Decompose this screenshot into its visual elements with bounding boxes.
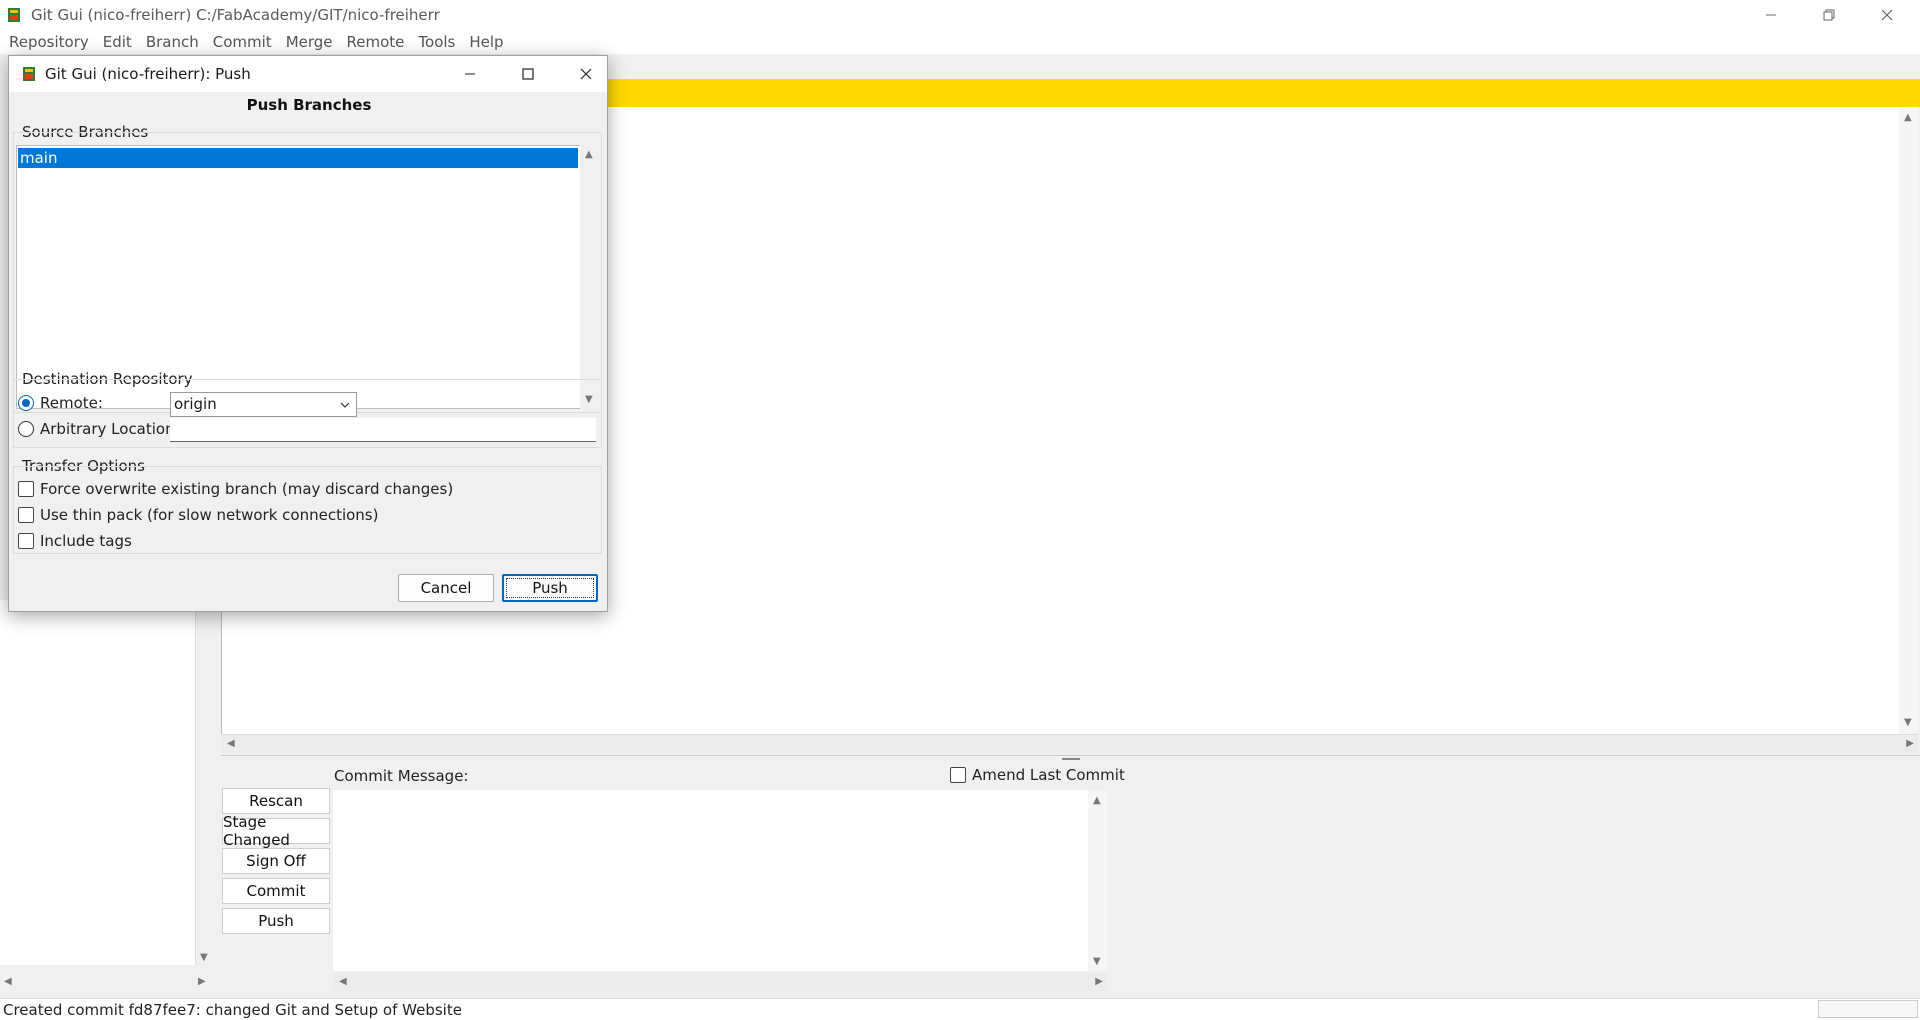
commit-message-vscrollbar[interactable]: ▲ ▼ (1088, 790, 1107, 971)
force-overwrite-checkbox[interactable] (18, 481, 34, 497)
amend-checkbox-box[interactable] (950, 767, 966, 783)
diff-header-bar (600, 79, 1920, 107)
status-bar: Created commit fd87fee7: changed Git and… (0, 998, 1920, 1020)
window-title: Git Gui (nico-freiherr) C:/FabAcademy/GI… (31, 5, 440, 24)
amend-last-commit-checkbox[interactable]: Amend Last Commit (950, 766, 1125, 784)
force-overwrite-label: Force overwrite existing branch (may dis… (40, 480, 454, 498)
dialog-maximize-button[interactable] (499, 56, 557, 92)
menu-commit[interactable]: Commit (206, 33, 279, 51)
status-text: Created commit fd87fee7: changed Git and… (3, 1000, 462, 1019)
branch-list-vscrollbar[interactable]: ▲ ▼ (580, 145, 599, 409)
scroll-left-arrow-icon[interactable]: ◀ (227, 739, 235, 749)
rescan-button[interactable]: Rescan (222, 788, 330, 814)
remote-radio-option[interactable]: Remote: (18, 394, 103, 412)
pane-divider (221, 755, 1920, 756)
close-icon (580, 68, 592, 80)
remote-radio-label: Remote: (40, 394, 103, 412)
menu-remote[interactable]: Remote (340, 33, 412, 51)
arbitrary-location-label: Arbitrary Location: (40, 420, 180, 438)
include-tags-label: Include tags (40, 532, 132, 550)
file-list-hscrollbar[interactable]: ◀ ▶ (0, 973, 215, 991)
scroll-up-arrow-icon[interactable]: ▲ (585, 150, 593, 160)
scroll-left-arrow-icon[interactable]: ◀ (4, 977, 12, 987)
remote-select[interactable]: origin (170, 392, 357, 417)
commit-button[interactable]: Commit (222, 878, 330, 904)
minimize-icon (465, 73, 475, 75)
minimize-icon (1766, 14, 1776, 15)
dialog-heading: Push Branches (246, 96, 372, 114)
thin-pack-label: Use thin pack (for slow network connecti… (40, 506, 379, 524)
dialog-close-button[interactable] (557, 56, 615, 92)
force-overwrite-option[interactable]: Force overwrite existing branch (may dis… (18, 480, 453, 498)
git-gui-app-icon (8, 7, 20, 22)
scroll-right-arrow-icon[interactable]: ▶ (1906, 739, 1914, 749)
close-button[interactable] (1858, 0, 1916, 29)
menubar: Repository Edit Branch Commit Merge Remo… (0, 29, 1920, 54)
pane-resize-handle[interactable] (1062, 758, 1080, 760)
scroll-down-arrow-icon[interactable]: ▼ (200, 953, 208, 963)
chevron-down-icon (340, 402, 350, 408)
scroll-left-arrow-icon[interactable]: ◀ (339, 977, 347, 987)
branch-item-main[interactable]: main (18, 148, 578, 168)
scroll-right-arrow-icon[interactable]: ▶ (198, 977, 206, 987)
file-list-vscrollbar[interactable]: ▼ (196, 600, 213, 965)
diff-hscrollbar[interactable]: ◀ ▶ (221, 734, 1918, 753)
maximize-icon (522, 68, 534, 80)
stage-changed-button[interactable]: Stage Changed (222, 813, 330, 849)
close-icon (1881, 9, 1893, 20)
remote-radio[interactable] (18, 395, 34, 411)
dialog-push-button[interactable]: Push (502, 574, 598, 602)
cancel-button[interactable]: Cancel (398, 574, 494, 602)
thin-pack-checkbox[interactable] (18, 507, 34, 523)
sign-off-button[interactable]: Sign Off (222, 848, 330, 874)
amend-label: Amend Last Commit (972, 766, 1125, 784)
dialog-title: Git Gui (nico-freiherr): Push (45, 65, 251, 83)
menu-repository[interactable]: Repository (3, 33, 96, 51)
git-gui-app-icon (23, 67, 35, 81)
arbitrary-location-input[interactable] (170, 418, 596, 442)
status-progress-box (1818, 1000, 1918, 1018)
diff-vscrollbar[interactable]: ▲ ▼ (1899, 107, 1918, 734)
minimize-button[interactable] (1742, 0, 1800, 29)
menu-tools[interactable]: Tools (411, 33, 462, 51)
commit-message-hscrollbar[interactable]: ◀ ▶ (333, 973, 1107, 991)
include-tags-option[interactable]: Include tags (18, 532, 132, 550)
restore-button[interactable] (1800, 0, 1858, 29)
menu-merge[interactable]: Merge (279, 33, 340, 51)
scroll-down-arrow-icon[interactable]: ▼ (1904, 718, 1912, 728)
scroll-down-arrow-icon[interactable]: ▼ (1093, 957, 1101, 967)
menu-help[interactable]: Help (462, 33, 510, 51)
arbitrary-location-radio-option[interactable]: Arbitrary Location: (18, 420, 180, 438)
commit-message-textarea[interactable] (333, 790, 1088, 971)
window-titlebar: Git Gui (nico-freiherr) C:/FabAcademy/GI… (0, 0, 1920, 29)
remote-select-value: origin (174, 395, 217, 413)
push-dialog: Git Gui (nico-freiherr): Push Push Branc… (8, 55, 608, 612)
scroll-right-arrow-icon[interactable]: ▶ (1095, 977, 1103, 987)
menu-edit[interactable]: Edit (96, 33, 139, 51)
include-tags-checkbox[interactable] (18, 533, 34, 549)
staged-file-list[interactable] (0, 600, 196, 965)
menu-branch[interactable]: Branch (139, 33, 206, 51)
scroll-up-arrow-icon[interactable]: ▲ (1093, 796, 1101, 806)
dialog-minimize-button[interactable] (441, 56, 499, 92)
push-button[interactable]: Push (222, 908, 330, 934)
thin-pack-option[interactable]: Use thin pack (for slow network connecti… (18, 506, 378, 524)
scroll-up-arrow-icon[interactable]: ▲ (1904, 113, 1912, 123)
commit-message-label: Commit Message: (334, 767, 469, 785)
arbitrary-location-radio[interactable] (18, 421, 34, 437)
restore-icon (1823, 9, 1835, 20)
dialog-titlebar: Git Gui (nico-freiherr): Push (9, 56, 607, 92)
